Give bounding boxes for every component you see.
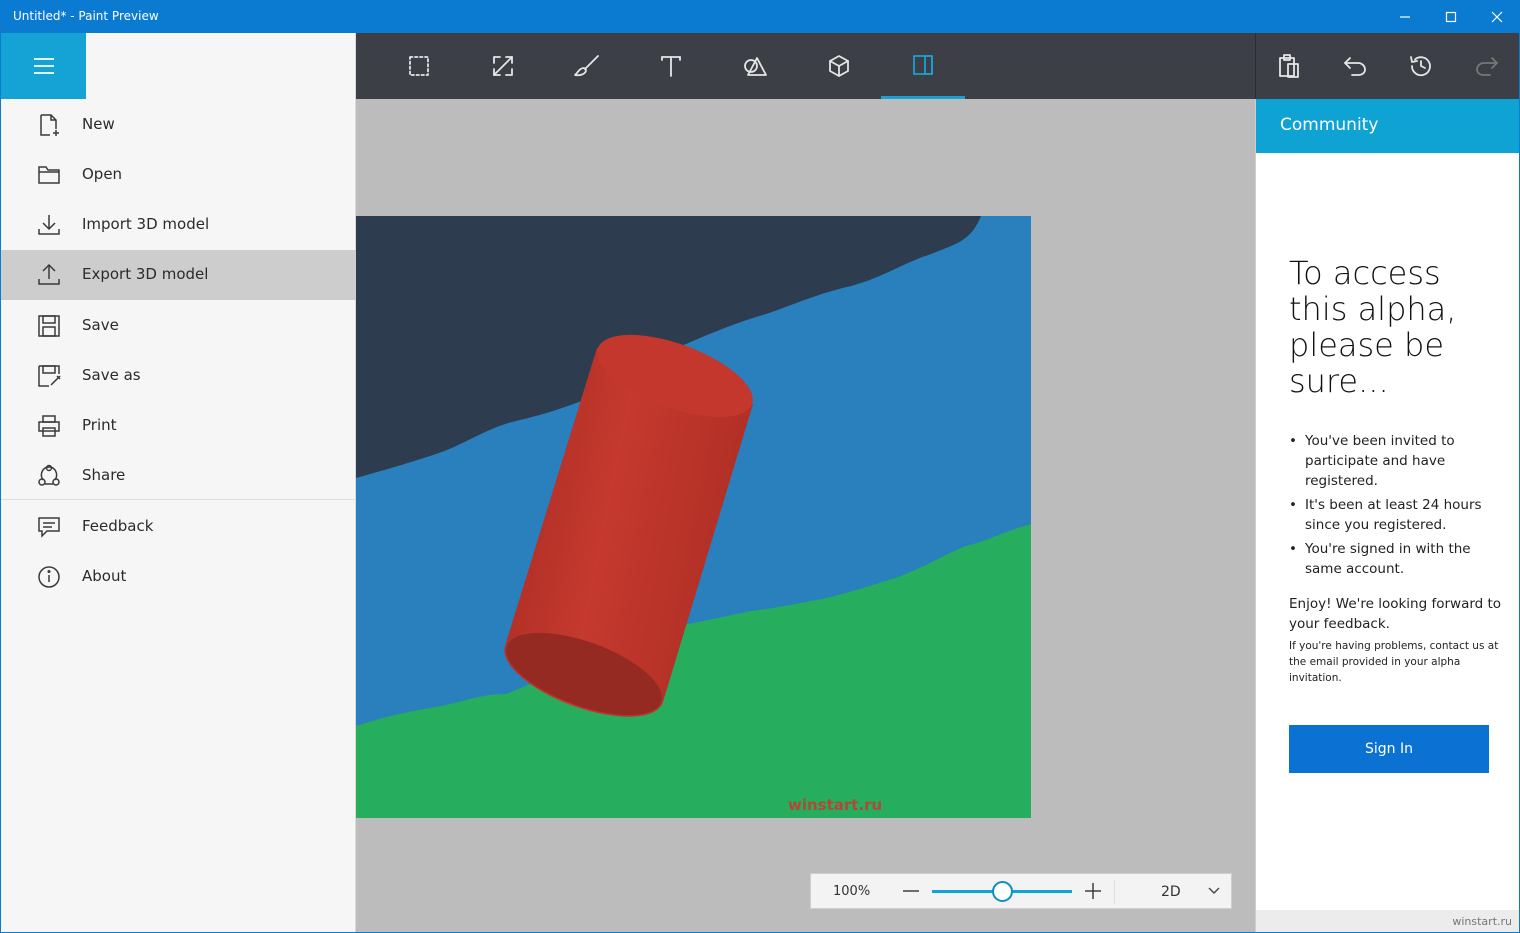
requirements-list: You've been invited to participate and h… [1289, 431, 1489, 583]
community-enjoy-text: Enjoy! We're looking forward to your fee… [1289, 596, 1502, 632]
maximize-icon [1445, 11, 1457, 23]
zoom-bar: 100% 2D [810, 873, 1232, 909]
community-footer: winstart.ru [1256, 910, 1519, 932]
minimize-icon [1400, 16, 1410, 18]
file-menu-panel: New Open Import 3D model Export 3D model… [1, 33, 356, 932]
community-title: Community [1280, 115, 1379, 135]
zoom-out-icon[interactable] [901, 880, 921, 902]
shapes-2d-tool-button[interactable] [713, 33, 797, 99]
menu-item-import-3d[interactable]: Import 3D model [1, 200, 356, 250]
zoom-slider-thumb[interactable] [991, 881, 1013, 902]
community-help-text: If you're having problems, contact us at… [1289, 640, 1499, 684]
redo-icon [1476, 57, 1498, 76]
menu-item-export-3d[interactable]: Export 3D model [1, 250, 356, 300]
import-icon [37, 213, 63, 237]
sign-in-button[interactable]: Sign In [1289, 725, 1489, 773]
menu-item-open[interactable]: Open [1, 150, 356, 200]
select-icon [409, 56, 429, 76]
canvas-watermark: winstart.ru [788, 796, 883, 814]
canvas-area[interactable]: winstart.ru 100% 2D [356, 99, 1255, 932]
share-icon [37, 464, 63, 488]
view-mode-select[interactable]: 2D [1161, 884, 1181, 900]
hamburger-icon [33, 58, 54, 74]
menu-item-label: Print [82, 416, 117, 434]
list-item: It's been at least 24 hours since you re… [1289, 495, 1489, 535]
community-heading: To access this alpha, please be sure... [1289, 254, 1457, 400]
crop-tool-button[interactable] [461, 33, 545, 99]
feedback-icon [37, 515, 63, 539]
paste-icon [1279, 54, 1299, 78]
menu-item-print[interactable]: Print [1, 401, 356, 451]
new-file-icon [37, 113, 63, 137]
undo-icon [1344, 57, 1366, 76]
menu-item-save-as[interactable]: Save as [1, 351, 356, 401]
menu-item-label: Save as [82, 366, 141, 384]
save-as-icon [37, 364, 63, 388]
drawing-canvas[interactable]: winstart.ru [356, 216, 1031, 818]
paint-window: Untitled* - Paint Preview winstart.ru 10… [0, 0, 1520, 933]
canvas-artwork [356, 216, 1031, 818]
minimize-button[interactable] [1382, 1, 1428, 33]
community-panel: Community To access this alpha, please b… [1255, 99, 1519, 932]
chevron-down-icon[interactable] [1207, 884, 1221, 898]
zoom-in-icon[interactable] [1083, 880, 1103, 902]
menu-item-label: Open [82, 165, 123, 183]
menu-item-label: Share [82, 466, 126, 484]
history-icon [1410, 56, 1431, 77]
menu-item-label: Import 3D model [82, 215, 210, 233]
menu-item-label: Feedback [82, 517, 154, 535]
menu-item-label: New [82, 115, 115, 133]
menu-item-about[interactable]: About [1, 552, 356, 602]
canvas-tool-button[interactable] [881, 33, 965, 99]
brush-icon [574, 55, 599, 77]
close-icon [1491, 11, 1503, 23]
menu-item-label: About [82, 567, 127, 585]
info-icon [37, 565, 63, 589]
text-tool-button[interactable] [629, 33, 713, 99]
crop-resize-icon [493, 56, 513, 76]
toolbar [356, 33, 1519, 99]
maximize-button[interactable] [1428, 1, 1474, 33]
menu-item-feedback[interactable]: Feedback [1, 502, 356, 552]
redo-button[interactable] [1445, 33, 1519, 99]
title-bar: Untitled* - Paint Preview [1, 1, 1519, 33]
close-button[interactable] [1474, 1, 1519, 33]
shapes-2d-icon [744, 57, 767, 76]
menu-item-new[interactable]: New [1, 100, 356, 150]
zoom-divider [1114, 880, 1115, 904]
save-icon [37, 314, 63, 338]
print-icon [37, 414, 63, 438]
shapes-3d-tool-button[interactable] [797, 33, 881, 99]
menu-item-label: Export 3D model [82, 265, 209, 283]
menu-item-share[interactable]: Share [1, 451, 356, 501]
list-item: You've been invited to participate and h… [1289, 431, 1489, 491]
cube-3d-icon [829, 55, 849, 77]
menu-divider [1, 499, 356, 500]
hamburger-button[interactable] [1, 33, 86, 99]
list-item: You're signed in with the same account. [1289, 539, 1489, 579]
brush-tool-button[interactable] [545, 33, 629, 99]
zoom-value: 100% [833, 884, 871, 899]
menu-item-label: Save [82, 316, 119, 334]
window-title: Untitled* - Paint Preview [13, 9, 159, 23]
menu-item-save[interactable]: Save [1, 301, 356, 351]
select-tool-button[interactable] [377, 33, 461, 99]
folder-icon [37, 163, 63, 187]
text-icon [661, 56, 681, 77]
community-header: Community [1256, 99, 1519, 153]
export-icon [37, 263, 63, 287]
canvas-icon [913, 54, 933, 75]
footer-watermark: winstart.ru [1452, 915, 1512, 928]
